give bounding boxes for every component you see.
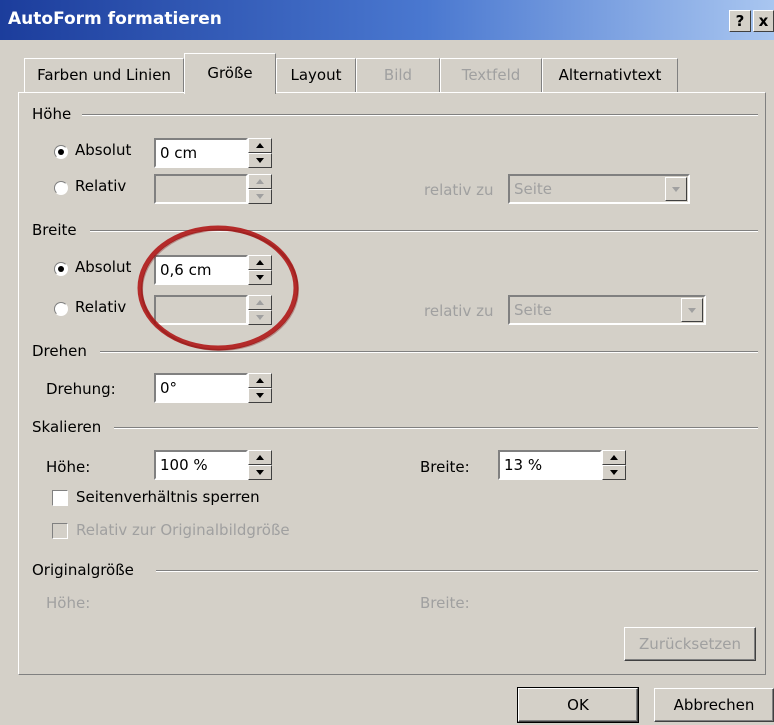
window-title: AutoForm formatieren [8,9,222,29]
hoehe-absolut-radio[interactable] [54,145,68,159]
drehung-label: Drehung: [46,380,116,398]
skalieren-breite-input[interactable]: 13 % [498,450,602,480]
breite-absolut-label: Absolut [75,258,132,276]
ok-button[interactable]: OK [517,687,639,723]
tab-alternativtext[interactable]: Alternativtext [542,58,678,92]
skalieren-breite-spinner[interactable] [602,450,626,480]
hoehe-absolut-label: Absolut [75,141,132,159]
drehung-spinner[interactable] [248,373,272,403]
drehung-input[interactable]: 0° [154,373,248,403]
breite-relativ-zu-value: Seite [514,301,553,319]
section-originalgroesse-label: Originalgröße [32,561,134,579]
breite-relativ-radio[interactable] [54,302,68,316]
breite-relativ-label: Relativ [75,298,127,316]
hoehe-relativ-label: Relativ [75,177,127,195]
tab-layout[interactable]: Layout [276,58,356,92]
tab-farben-und-linien[interactable]: Farben und Linien [24,58,184,92]
annotation-circle [137,225,299,351]
breite-absolut-radio[interactable] [54,262,68,276]
section-drehen-label: Drehen [32,342,87,360]
skalieren-hoehe-input[interactable]: 100 % [154,450,248,480]
relativ-original-checkbox [52,523,68,539]
hoehe-absolut-input[interactable]: 0 cm [154,138,248,168]
section-divider [82,114,758,116]
section-divider [156,570,758,572]
seitenverhaeltnis-checkbox[interactable] [52,490,68,506]
skalieren-breite-label: Breite: [420,458,470,476]
hoehe-relativ-spinner [248,174,272,204]
relativ-original-label: Relativ zur Originalbildgröße [76,521,290,539]
original-breite-label: Breite: [420,594,470,612]
close-button[interactable]: x [753,10,774,32]
breite-relativ-zu-select: Seite [508,295,706,325]
abbrechen-button[interactable]: Abbrechen [654,688,774,722]
hoehe-relativ-zu-value: Seite [514,180,553,198]
section-hoehe-label: Höhe [32,105,72,123]
hoehe-relativ-zu-label: relativ zu [424,181,494,199]
breite-relativ-zu-label: relativ zu [424,302,494,320]
hoehe-relativ-input [154,174,248,204]
original-hoehe-label: Höhe: [46,594,91,612]
section-skalieren-label: Skalieren [32,418,102,436]
tab-textfeld: Textfeld [440,58,542,92]
chevron-down-icon [681,298,703,322]
tab-bild: Bild [356,58,440,92]
zuruecksetzen-button: Zurücksetzen [624,627,756,661]
section-divider [114,427,758,429]
help-button[interactable]: ? [729,10,751,32]
chevron-down-icon [665,177,687,201]
tab-groesse[interactable]: Größe [184,53,276,94]
seitenverhaeltnis-label: Seitenverhältnis sperren [76,488,260,506]
hoehe-relativ-radio[interactable] [54,181,68,195]
skalieren-hoehe-spinner[interactable] [248,450,272,480]
hoehe-relativ-zu-select: Seite [508,174,690,204]
skalieren-hoehe-label: Höhe: [46,458,91,476]
section-breite-label: Breite [32,221,77,239]
hoehe-absolut-spinner[interactable] [248,138,272,168]
